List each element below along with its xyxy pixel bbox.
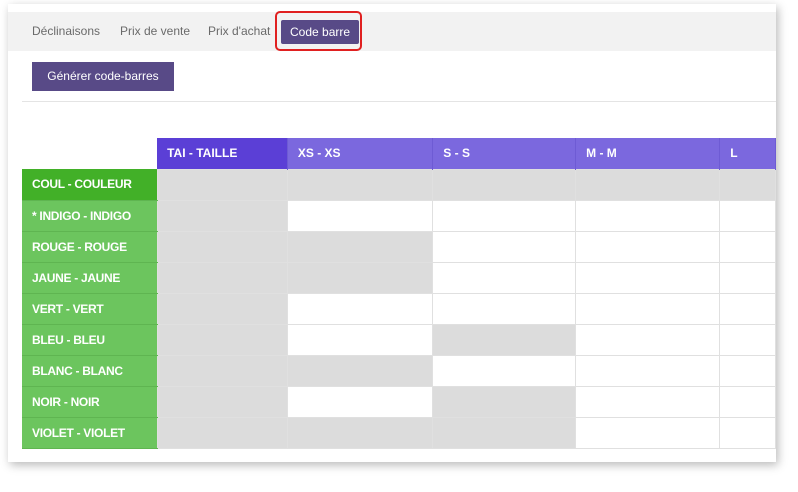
row-header: VIOLET - VIOLET — [22, 417, 158, 449]
barcode-cell[interactable] — [575, 416, 721, 449]
divider — [22, 101, 776, 102]
matrix-row: NOIR - NOIR — [22, 385, 776, 418]
column-header-s: S - S — [432, 138, 577, 169]
disabled-cell — [432, 323, 577, 356]
tab-declinaisons[interactable]: Déclinaisons — [32, 12, 100, 51]
barcode-cell[interactable] — [719, 199, 776, 232]
matrix-row: BLEU - BLEU — [22, 323, 776, 356]
generate-barcodes-button[interactable]: Générer code-barres — [32, 62, 174, 91]
disabled-cell — [156, 354, 288, 387]
disabled-cell — [156, 168, 288, 201]
barcode-cell[interactable] — [432, 261, 577, 294]
matrix-row: COUL - COULEUR — [22, 168, 776, 201]
barcode-cell[interactable] — [719, 323, 776, 356]
barcode-cell[interactable] — [575, 385, 721, 418]
barcode-cell[interactable] — [575, 292, 721, 325]
barcode-cell[interactable] — [575, 354, 721, 387]
matrix-row: ROUGE - ROUGE — [22, 230, 776, 263]
matrix-row: * INDIGO - INDIGO — [22, 199, 776, 232]
barcode-cell[interactable] — [719, 416, 776, 449]
matrix-row: JAUNE - JAUNE — [22, 261, 776, 294]
barcode-cell[interactable] — [432, 199, 577, 232]
column-header-xs: XS - XS — [287, 138, 434, 169]
disabled-cell — [286, 261, 434, 294]
barcode-cell[interactable] — [432, 292, 577, 325]
disabled-cell — [432, 385, 577, 418]
row-header: BLANC - BLANC — [22, 355, 158, 387]
barcode-matrix: TAI - TAILLE XS - XS S - S M - M L COUL … — [22, 138, 776, 449]
disabled-cell — [719, 168, 776, 201]
tab-code-barre[interactable]: Code barre — [281, 20, 360, 44]
matrix-row: VERT - VERT — [22, 292, 776, 325]
barcode-cell[interactable] — [719, 354, 776, 387]
disabled-cell — [286, 168, 434, 201]
barcode-cell[interactable] — [286, 323, 434, 356]
barcode-cell[interactable] — [286, 385, 434, 418]
column-header-taille: TAI - TAILLE — [157, 138, 288, 169]
barcode-cell[interactable] — [719, 230, 776, 263]
disabled-cell — [575, 168, 721, 201]
tab-prix-d-achat[interactable]: Prix d'achat — [208, 12, 270, 51]
row-header: ROUGE - ROUGE — [22, 231, 158, 263]
disabled-cell — [286, 416, 434, 449]
disabled-cell — [156, 323, 288, 356]
row-header: NOIR - NOIR — [22, 386, 158, 418]
barcode-cell[interactable] — [286, 199, 434, 232]
disabled-cell — [156, 199, 288, 232]
column-header-m: M - M — [575, 138, 721, 169]
row-header: JAUNE - JAUNE — [22, 262, 158, 294]
disabled-cell — [286, 354, 434, 387]
disabled-cell — [156, 416, 288, 449]
barcode-cell[interactable] — [719, 292, 776, 325]
barcode-cell[interactable] — [719, 385, 776, 418]
barcode-cell[interactable] — [432, 230, 577, 263]
tab-prix-de-vente[interactable]: Prix de vente — [120, 12, 190, 51]
tab-bar: Déclinaisons Prix de vente Prix d'achat … — [8, 12, 776, 51]
barcode-cell[interactable] — [719, 261, 776, 294]
matrix-corner — [22, 138, 158, 169]
disabled-cell — [156, 230, 288, 263]
barcode-cell[interactable] — [286, 292, 434, 325]
disabled-cell — [432, 168, 577, 201]
disabled-cell — [156, 385, 288, 418]
matrix-row: VIOLET - VIOLET — [22, 416, 776, 449]
row-header: * INDIGO - INDIGO — [22, 200, 158, 232]
column-header-row: TAI - TAILLE XS - XS S - S M - M L — [22, 138, 776, 169]
matrix-row: BLANC - BLANC — [22, 354, 776, 387]
row-header: VERT - VERT — [22, 293, 158, 325]
disabled-cell — [286, 230, 434, 263]
barcode-cell[interactable] — [575, 230, 721, 263]
row-header: COUL - COULEUR — [22, 169, 158, 201]
barcode-cell[interactable] — [432, 354, 577, 387]
disabled-cell — [156, 292, 288, 325]
barcode-cell[interactable] — [575, 323, 721, 356]
column-header-l: L — [719, 138, 776, 169]
barcode-cell[interactable] — [575, 261, 721, 294]
disabled-cell — [156, 261, 288, 294]
combinations-panel: Déclinaisons Prix de vente Prix d'achat … — [8, 4, 776, 462]
row-header: BLEU - BLEU — [22, 324, 158, 356]
barcode-cell[interactable] — [575, 199, 721, 232]
disabled-cell — [432, 416, 577, 449]
